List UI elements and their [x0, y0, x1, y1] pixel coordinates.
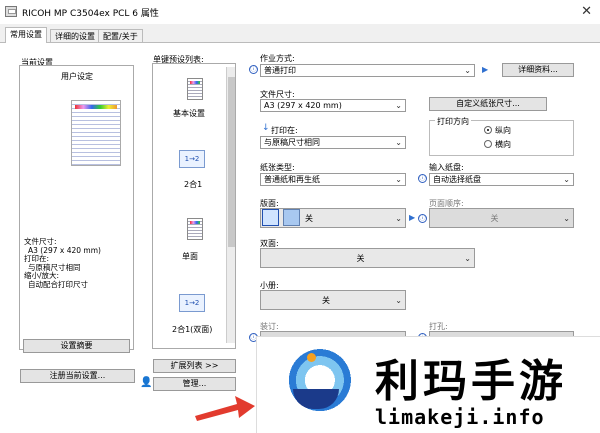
tab-general[interactable]: 常用设置	[5, 27, 47, 43]
user-icon: 👤	[140, 377, 153, 388]
paper-type-select[interactable]: 普通纸和再生纸 ⌄	[260, 173, 406, 186]
settings-summary-button[interactable]: 设置摘要	[23, 339, 130, 353]
info-icon[interactable]: ⓘ	[418, 174, 427, 183]
two-sided-value: 关	[356, 254, 365, 263]
two-in-one-duplex-icon: 1→2	[179, 294, 205, 312]
register-current-settings-button[interactable]: 注册当前设置...	[20, 369, 135, 383]
custom-paper-size-button[interactable]: 自定义纸张尺寸...	[429, 97, 547, 111]
tab-strip: 常用设置 详细的设置 配置/关于	[0, 27, 600, 43]
print-on-select[interactable]: 与原稿尺寸相同 ⌄	[260, 136, 406, 149]
document-size-value: A3 (297 x 420 mm)	[264, 101, 342, 110]
print-on-value: 与原稿尺寸相同	[264, 138, 320, 147]
page-preview	[71, 100, 121, 166]
orientation-label: 打印方向	[435, 116, 471, 127]
settings-summary: 文件尺寸: A3 (297 x 420 mm) 打印在: 与原稿尺寸相同 缩小/…	[24, 237, 101, 289]
arrow-down-icon: ↓	[262, 123, 270, 133]
booklet-value: 关	[322, 296, 330, 305]
info-icon[interactable]: ⓘ	[418, 214, 427, 223]
input-tray-label: 输入纸盘:	[429, 163, 464, 172]
paper-type-label: 纸张类型:	[260, 163, 295, 172]
preset-2in1[interactable]: 2合1	[184, 179, 202, 190]
layout-icons	[260, 209, 302, 227]
chevron-down-icon: ⌄	[563, 175, 570, 184]
chevron-down-icon: ⌄	[464, 254, 471, 263]
portrait-radio[interactable]	[484, 126, 492, 134]
job-type-label: 作业方式:	[260, 54, 295, 63]
input-tray-value: 自动选择纸盘	[433, 175, 481, 184]
preset-basic[interactable]: 基本设置	[173, 108, 205, 119]
arrow-right-icon: ▶	[482, 65, 489, 74]
job-type-value: 普通打印	[264, 66, 296, 75]
one-click-preset-list[interactable]: 基本设置 1→2 2合1 单面 1→2 2合1(双面)	[152, 63, 236, 349]
booklet-select[interactable]: 关 ⌄	[260, 290, 406, 310]
two-sided-select[interactable]: 关 ⌄	[260, 248, 475, 268]
layout-portrait-icon[interactable]	[262, 209, 279, 226]
portrait-label[interactable]: 纵向	[495, 125, 511, 136]
landscape-radio[interactable]	[484, 140, 492, 148]
printer-icon	[5, 6, 17, 17]
print-on-label: 打印在:	[271, 126, 298, 135]
chevron-down-icon: ⌄	[563, 214, 570, 223]
watermark-title: 利玛手游	[375, 356, 567, 407]
job-type-select[interactable]: 普通打印 ⌄	[260, 64, 475, 77]
input-tray-select[interactable]: 自动选择纸盘 ⌄	[429, 173, 574, 186]
chevron-down-icon: ⌄	[395, 296, 402, 305]
two-in-one-icon: 1→2	[179, 150, 205, 168]
page-icon	[187, 78, 203, 100]
preset-2in1-duplex[interactable]: 2合1(双面)	[172, 324, 212, 335]
close-icon[interactable]: ✕	[581, 4, 592, 19]
chevron-down-icon: ⌄	[395, 138, 402, 147]
current-settings-panel: 用户设定 文件尺寸: A3 (297 x 420 mm) 打印在: 与原稿尺寸相…	[19, 65, 134, 353]
paper-type-value: 普通纸和再生纸	[264, 175, 320, 184]
page-order-select[interactable]: 关 ⌄	[429, 208, 574, 228]
landscape-label[interactable]: 横向	[495, 139, 511, 150]
tab-config-about[interactable]: 配置/关于	[98, 29, 143, 43]
chevron-down-icon: ⌄	[395, 175, 402, 184]
details-button[interactable]: 详细资料...	[502, 63, 574, 77]
orientation-group: 打印方向 纵向 横向	[429, 116, 574, 156]
preset-list-scrollbar[interactable]	[226, 67, 235, 343]
watermark-url: limakeji.info	[375, 405, 545, 429]
scrollbar-thumb[interactable]	[228, 77, 235, 247]
profile-name: 用户设定	[61, 72, 93, 81]
layout-value: 关	[305, 214, 313, 223]
summary-line: 自动配合打印尺寸	[28, 279, 88, 289]
title-bar: RICOH MP C3504ex PCL 6 属性 ✕	[0, 0, 600, 24]
page-icon	[187, 218, 203, 240]
tab-detailed[interactable]: 详细的设置	[50, 29, 100, 43]
manage-button[interactable]: 管理...	[153, 377, 236, 391]
chevron-down-icon: ⌄	[464, 66, 471, 75]
site-watermark-banner: 利玛手游 limakeji.info	[256, 336, 600, 433]
info-icon[interactable]: ⓘ	[249, 65, 258, 74]
red-arrow-icon	[195, 396, 255, 421]
site-logo-icon	[277, 345, 355, 423]
expand-list-button[interactable]: 扩展列表 >>	[153, 359, 236, 373]
arrow-right-icon: ▶	[409, 213, 416, 222]
document-size-select[interactable]: A3 (297 x 420 mm) ⌄	[260, 99, 406, 112]
chevron-down-icon: ⌄	[395, 214, 402, 223]
layout-landscape-icon[interactable]	[283, 209, 300, 226]
window-title: RICOH MP C3504ex PCL 6 属性	[22, 9, 159, 19]
page-order-value: 关	[490, 214, 499, 223]
preset-simplex[interactable]: 单面	[182, 251, 198, 262]
chevron-down-icon: ⌄	[395, 101, 402, 110]
